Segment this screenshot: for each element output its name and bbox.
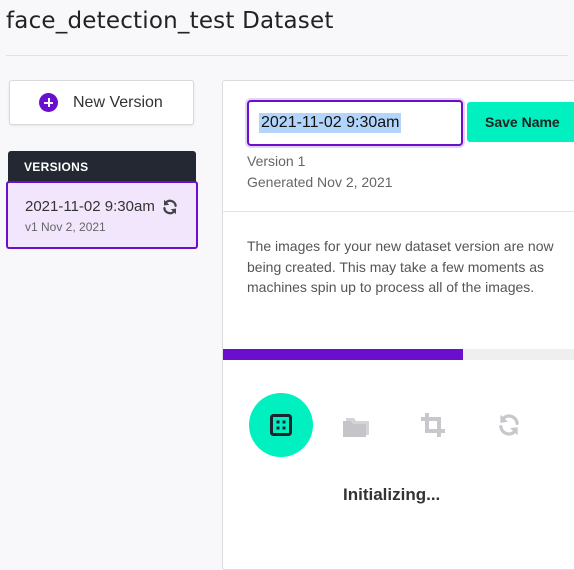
version-name-input-value: 2021-11-02 9:30am — [259, 113, 402, 133]
title-divider — [6, 55, 568, 56]
version-details-panel: 2021-11-02 9:30am Save Name Version 1 Ge… — [222, 80, 574, 570]
plus-circle-icon — [39, 93, 58, 112]
version-list-item[interactable]: 2021-11-02 9:30am v1 Nov 2, 2021 — [6, 181, 198, 249]
grid-icon — [270, 414, 292, 436]
page-title: face_detection_test Dataset — [6, 8, 334, 34]
generation-description: The images for your new dataset version … — [247, 238, 554, 295]
new-version-label: New Version — [73, 93, 163, 111]
sync-icon — [499, 414, 519, 436]
progress-bar-fill — [223, 349, 463, 360]
crop-icon — [421, 413, 445, 437]
status-text: Initializing... — [343, 485, 441, 504]
version-name-input[interactable]: 2021-11-02 9:30am — [247, 100, 463, 146]
step-initializing — [249, 393, 313, 457]
step-augmentation — [477, 393, 541, 457]
save-name-button[interactable]: Save Name — [467, 102, 574, 142]
version-number-label: Version 1 — [247, 153, 306, 169]
version-meta: v1 Nov 2, 2021 — [25, 220, 106, 234]
progress-bar — [223, 349, 574, 360]
versions-header: VERSIONS — [8, 151, 196, 182]
panel-divider — [223, 211, 574, 212]
sync-icon — [163, 199, 177, 215]
new-version-button[interactable]: New Version — [9, 80, 194, 125]
step-images — [325, 393, 389, 457]
step-preprocessing — [401, 393, 465, 457]
generated-date-label: Generated Nov 2, 2021 — [247, 174, 393, 190]
folder-icon — [343, 418, 369, 437]
version-name: 2021-11-02 9:30am — [25, 198, 155, 215]
